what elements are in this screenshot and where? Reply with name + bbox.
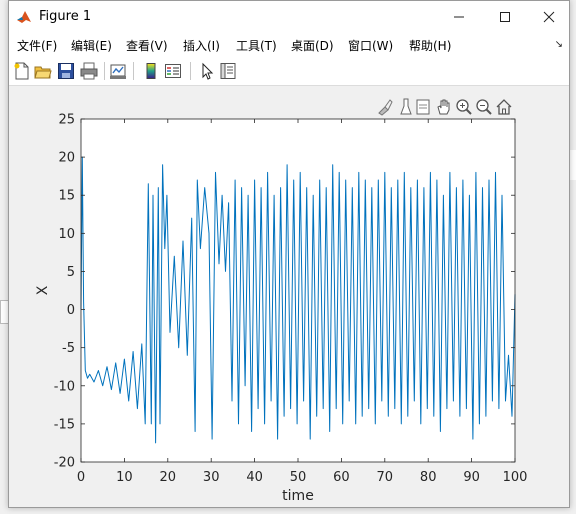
x-tick-label: 10 [116,470,133,485]
figure-window: Figure 1 文件(F) 编辑(E) 查看(V) 插入(I) 工具(T) 桌… [8,0,570,508]
y-tick-label: -15 [54,417,75,432]
y-tick-label: -5 [62,341,75,356]
line-plot[interactable]: 0 10 20 30 40 50 60 70 80 90 100 -20 -15 -10 -5 0 5 10 15 2… [9,1,569,507]
x-tick-label: 60 [333,470,350,485]
y-tick-label: -20 [54,456,75,471]
x-axis-label: time [282,488,314,504]
y-axis-label: X [35,285,51,295]
y-tick-label: 5 [67,265,75,280]
x-tick-label: 30 [203,470,220,485]
x-tick-label: 70 [377,470,394,485]
x-tick-label: 50 [290,470,307,485]
y-tick-label: -10 [54,379,75,394]
y-tick-label: 0 [67,303,75,318]
x-tick-label: 90 [463,470,480,485]
y-tick-label: 25 [58,113,75,128]
x-tick-label: 0 [77,470,85,485]
x-tick-label: 100 [503,470,528,485]
x-tick-label: 40 [246,470,263,485]
x-tick-label: 80 [420,470,437,485]
y-tick-label: 10 [58,227,75,242]
y-tick-label: 15 [58,189,75,204]
x-tick-label: 20 [160,470,177,485]
axes-background [81,119,515,462]
y-tick-label: 20 [58,151,75,166]
